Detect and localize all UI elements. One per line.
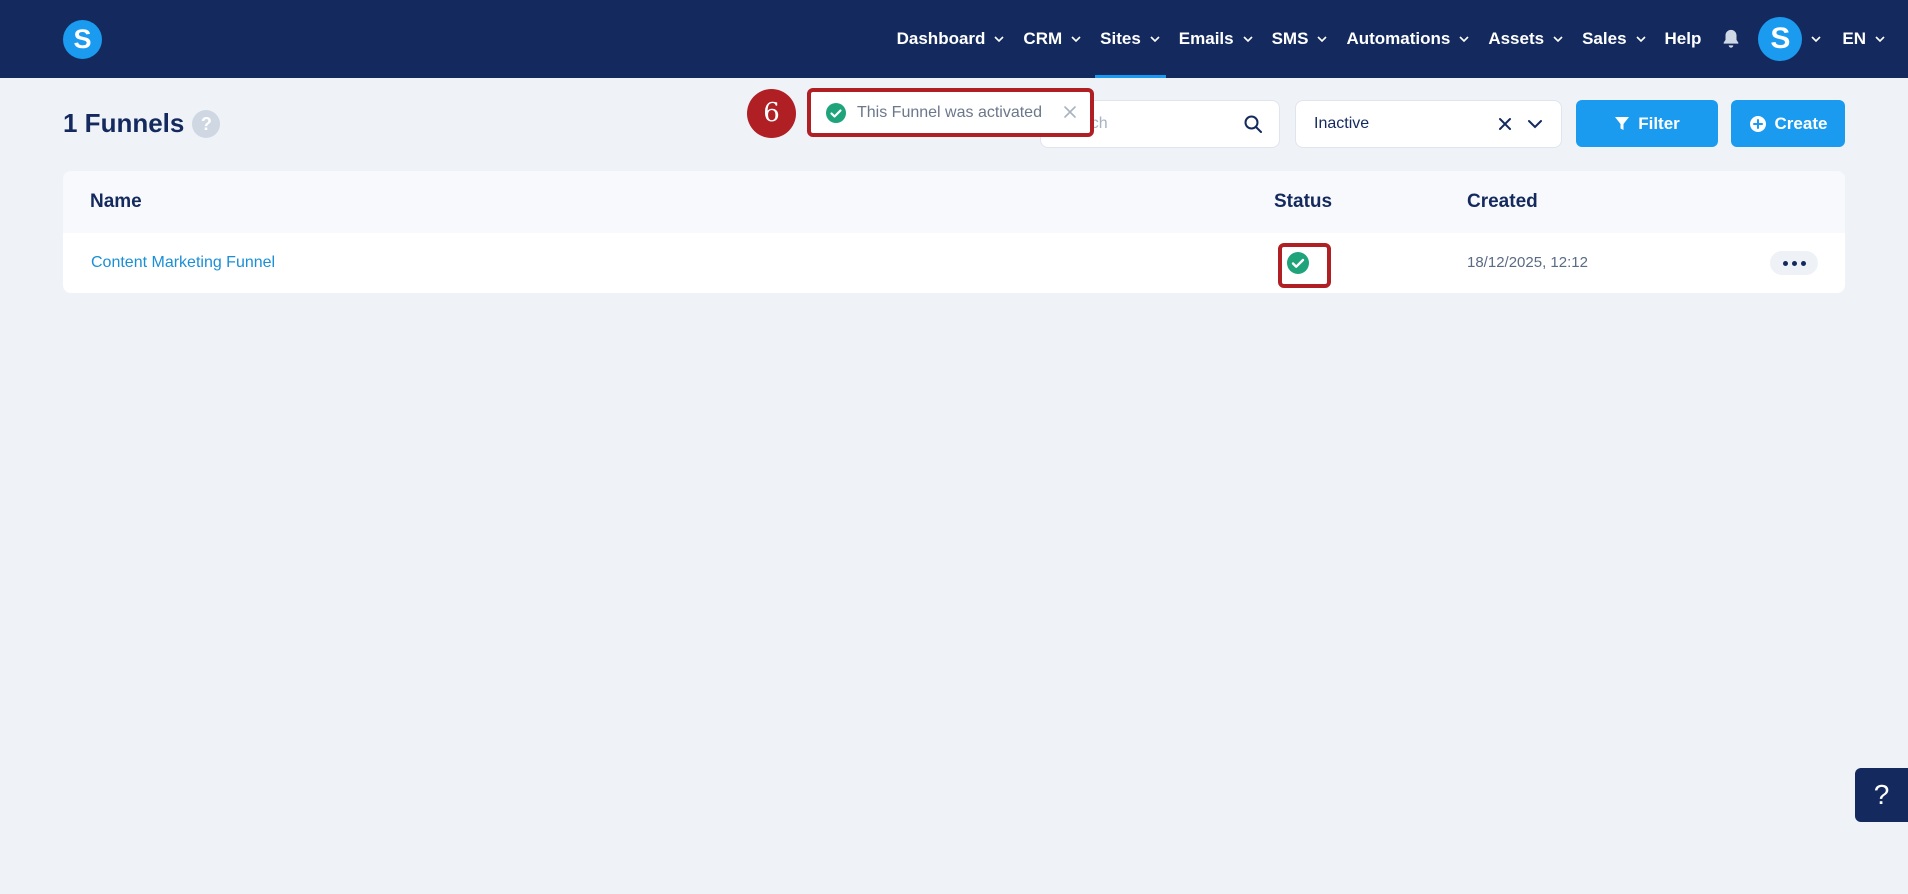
status-filter-select[interactable]: Inactive [1295,100,1562,148]
nav-item-help[interactable]: Help [1656,0,1711,78]
toast-notification: This Funnel was activated [807,88,1094,137]
row-actions-button[interactable] [1770,251,1818,275]
nav-item-dashboard[interactable]: Dashboard [888,0,1015,78]
chevron-down-icon [1635,36,1646,43]
chevron-down-icon [1243,36,1253,43]
close-icon[interactable] [1060,102,1080,122]
nav-label: Sales [1582,29,1627,48]
table-row: Content Marketing Funnel 18/12/2025, 12:… [63,233,1845,293]
create-button[interactable]: Create [1731,100,1845,147]
nav-item-emails[interactable]: Emails [1170,0,1263,78]
column-header-name[interactable]: Name [90,171,142,233]
language-label: EN [1842,29,1866,48]
check-circle-icon [826,102,846,123]
page-title: 1 Funnels ? [63,108,221,139]
column-header-status[interactable]: Status [1274,171,1332,233]
chevron-down-icon [1071,36,1081,43]
clear-icon[interactable] [1497,116,1513,132]
app-logo[interactable]: S [63,20,102,59]
dot [1800,260,1806,266]
page-title-text: 1 Funnels [63,108,185,138]
user-menu[interactable]: S [1758,0,1830,78]
funnel-name-link[interactable]: Content Marketing Funnel [91,233,275,293]
nav-item-sites[interactable]: Sites [1091,0,1170,78]
filter-button-label: Filter [1638,113,1680,133]
search-icon[interactable] [1243,114,1263,134]
floating-help-button[interactable]: ? [1855,768,1908,822]
filter-icon [1615,116,1630,130]
help-icon[interactable]: ? [192,109,221,138]
chevron-down-icon [1811,36,1821,43]
chevron-down-icon [994,36,1004,43]
nav-label: SMS [1271,29,1309,48]
nav-label: Help [1664,29,1702,48]
chevron-down-icon [1150,36,1160,43]
bell-icon[interactable] [1720,28,1742,50]
chevron-down-icon [1875,36,1885,43]
nav-label: CRM [1023,29,1063,48]
column-header-created[interactable]: Created [1467,171,1538,233]
chevron-down-icon[interactable] [1527,116,1543,132]
nav-label: Sites [1100,29,1141,48]
funnels-table: Name Status Created Content Marketing Fu… [63,171,1845,293]
chevron-down-icon [1459,36,1469,43]
language-selector[interactable]: EN [1830,0,1908,78]
nav-item-crm[interactable]: CRM [1014,0,1091,78]
top-navbar: S Dashboard CRM Sites Emails SMS Automat… [0,0,1908,78]
avatar: S [1758,17,1803,61]
nav-label: Automations [1346,29,1451,48]
nav-label: Emails [1178,29,1234,48]
status-filter-value: Inactive [1314,115,1370,132]
main-nav: Dashboard CRM Sites Emails SMS Automatio… [888,0,1908,78]
step-badge: 6 [747,89,796,138]
nav-item-sms[interactable]: SMS [1263,0,1338,78]
created-date: 18/12/2025, 12:12 [1467,254,1588,271]
filter-button[interactable]: Filter [1576,100,1718,147]
dot [1791,260,1797,266]
dot [1782,260,1788,266]
plus-circle-icon [1749,115,1766,132]
chevron-down-icon [1553,36,1563,43]
toast-message: This Funnel was activated [857,103,1042,121]
status-highlight [1278,243,1331,288]
nav-item-sales[interactable]: Sales [1573,0,1655,78]
create-button-label: Create [1774,113,1828,133]
nav-label: Dashboard [896,29,986,48]
nav-label: Assets [1488,29,1545,48]
chevron-down-icon [1317,36,1328,43]
nav-item-assets[interactable]: Assets [1479,0,1573,78]
nav-item-automations[interactable]: Automations [1337,0,1479,78]
table-header: Name Status Created [63,171,1845,233]
